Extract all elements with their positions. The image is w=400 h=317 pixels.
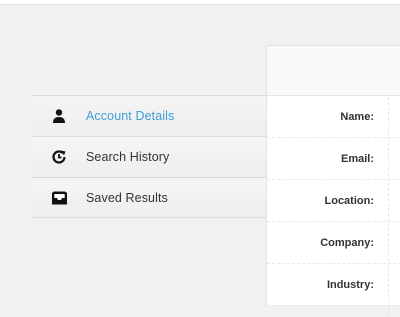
sidebar-item-label: Account Details [86, 109, 175, 123]
sidebar-item-search-history[interactable]: Search History [32, 136, 266, 177]
field-row-name: Name: [267, 96, 400, 138]
sidebar-item-label: Search History [86, 150, 170, 164]
history-icon [32, 149, 86, 165]
account-details-panel: Name: Email: Location: Company: Industry… [266, 45, 400, 317]
sidebar-nav: Account Details Search History Saved Res… [32, 95, 266, 218]
panel-header [267, 46, 400, 96]
sidebar-item-label: Saved Results [86, 190, 168, 205]
field-label: Location: [324, 194, 375, 207]
user-icon [32, 108, 86, 124]
field-row-email: Email: [267, 138, 400, 180]
inbox-tray-icon [32, 190, 86, 206]
field-label: Company: [320, 236, 374, 249]
column-divider [388, 97, 389, 317]
top-bar [0, 0, 400, 5]
field-label: Email: [340, 152, 374, 165]
field-label: Name: [340, 110, 374, 123]
field-row-location: Location: [267, 180, 400, 222]
field-row-company: Company: [267, 222, 400, 264]
sidebar-item-account-details[interactable]: Account Details [32, 95, 266, 136]
sidebar-item-saved-results[interactable]: Saved Results [32, 177, 266, 218]
field-label: Industry: [326, 278, 374, 291]
